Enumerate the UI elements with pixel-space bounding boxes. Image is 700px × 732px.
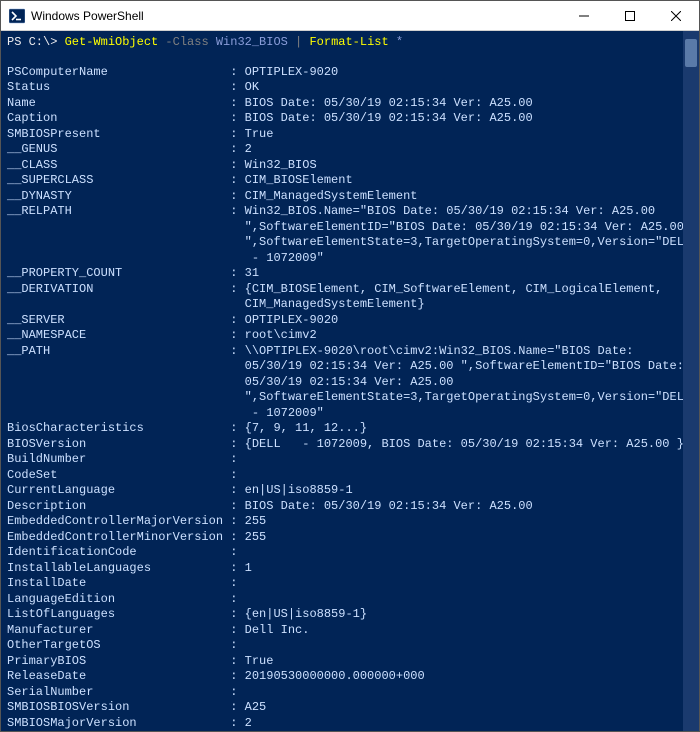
- class-name: Win32_BIOS: [216, 35, 288, 49]
- close-button[interactable]: [653, 1, 699, 31]
- minimize-button[interactable]: [561, 1, 607, 31]
- scrollbar-thumb[interactable]: [685, 39, 697, 67]
- terminal-viewport[interactable]: PS C:\> Get-WmiObject -Class Win32_BIOS …: [1, 31, 699, 731]
- output-block: PSComputerName : OPTIPLEX-9020 Status : …: [7, 65, 699, 732]
- window-title: Windows PowerShell: [31, 9, 561, 23]
- cmdlet-format: Format-List: [309, 35, 388, 49]
- cmdlet-get: Get-WmiObject: [65, 35, 159, 49]
- maximize-button[interactable]: [607, 1, 653, 31]
- titlebar[interactable]: Windows PowerShell: [1, 1, 699, 31]
- pipe-symbol: |: [288, 35, 310, 49]
- wildcard: *: [396, 35, 403, 49]
- command-line: PS C:\> Get-WmiObject -Class Win32_BIOS …: [7, 35, 699, 51]
- powershell-icon: [9, 8, 25, 24]
- scrollbar-track[interactable]: [683, 31, 699, 731]
- param-class: -Class: [158, 35, 216, 49]
- prompt-prefix: PS C:\>: [7, 35, 65, 49]
